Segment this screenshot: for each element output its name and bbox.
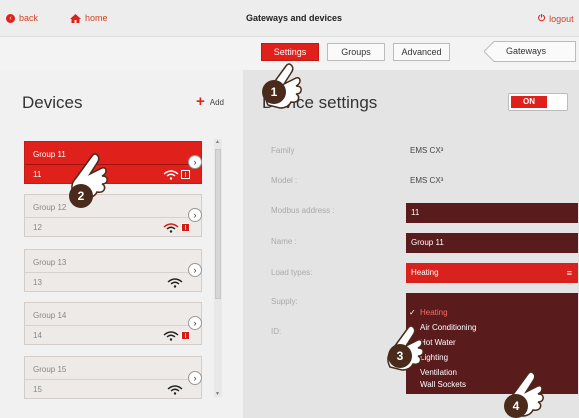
card-divider	[25, 379, 201, 380]
model-value: EMS CX³	[410, 176, 444, 185]
toggle-on-label: ON	[511, 96, 547, 108]
id-label: ID:	[271, 327, 282, 336]
page-title: Gateways and devices	[246, 13, 343, 23]
tab-gateways-label: Gateways	[506, 46, 547, 56]
annotation-badge-2: 2	[69, 184, 93, 208]
tab-settings-label: Settings	[273, 47, 307, 57]
group-id: 13	[33, 278, 42, 287]
chevron-right-icon[interactable]: ›	[188, 371, 202, 385]
card-divider	[25, 272, 201, 273]
group-name: Group 11	[33, 150, 66, 159]
back-arrow-icon: ‹	[6, 13, 15, 23]
power-toggle[interactable]: ON	[508, 93, 568, 111]
load-types-label: Load types:	[271, 268, 313, 277]
group-name: Group 15	[33, 365, 67, 374]
tab-settings[interactable]: Settings	[261, 43, 319, 61]
menu-lines-icon: ≡	[566, 268, 572, 278]
top-bar: ‹ back home Gateways and devices ⏻ logou…	[0, 0, 579, 37]
alert-badge: I	[181, 331, 190, 340]
alert-badge: I	[181, 170, 190, 179]
annotation-badge-4: 4	[504, 394, 528, 418]
modbus-address-label: Modbus address :	[271, 206, 335, 215]
annotation-badge-1: 1	[262, 80, 286, 104]
family-value: EMS CX³	[410, 146, 444, 155]
tab-groups[interactable]: Groups	[327, 43, 385, 61]
group-name: Group 13	[33, 258, 67, 267]
add-button[interactable]: + Add	[196, 93, 224, 110]
load-types-value: Heating	[411, 268, 439, 277]
devices-scrollbar[interactable]: ▲ ▼	[214, 139, 222, 397]
wifi-icon	[163, 223, 179, 233]
group-id: 14	[33, 331, 42, 340]
group-card-14[interactable]: Group 14 14 I	[24, 302, 202, 345]
chevron-right-icon[interactable]: ›	[188, 155, 202, 169]
chevron-right-icon[interactable]: ›	[188, 208, 202, 222]
scroll-up-icon[interactable]: ▲	[215, 139, 220, 145]
wifi-icon	[167, 278, 183, 288]
load-types-select[interactable]: Heating ≡	[406, 263, 578, 283]
home-icon	[70, 13, 81, 23]
card-divider	[25, 325, 201, 326]
logout-link[interactable]: ⏻ logout	[538, 13, 574, 24]
scrollbar-thumb[interactable]	[215, 149, 221, 299]
load-types-dropdown: ✓ Heating Air Conditioning Hot Water Lig…	[406, 293, 578, 394]
name-field[interactable]: Group 11	[406, 233, 578, 253]
group-name: Group 12	[33, 203, 67, 212]
family-label: Family	[271, 146, 295, 155]
checkmark-icon: ✓	[409, 308, 416, 317]
chevron-right-icon[interactable]: ›	[188, 263, 202, 277]
power-icon: ⏻	[538, 13, 546, 23]
wifi-icon	[163, 331, 179, 341]
home-link[interactable]: home	[70, 13, 108, 23]
tab-advanced[interactable]: Advanced	[393, 43, 450, 61]
card-divider	[25, 217, 201, 218]
tab-groups-label: Groups	[341, 47, 371, 57]
logout-label: logout	[549, 13, 574, 24]
group-id: 11	[33, 170, 42, 179]
dropdown-option-wall-sockets[interactable]: Wall Sockets	[420, 380, 466, 389]
name-label: Name :	[271, 237, 297, 246]
back-link[interactable]: ‹ back	[6, 13, 38, 23]
group-id: 12	[33, 223, 42, 232]
supply-label: Supply:	[271, 297, 298, 306]
alert-badge: I	[181, 223, 190, 232]
wifi-icon	[163, 170, 179, 180]
back-label: back	[19, 13, 39, 23]
chevron-right-icon[interactable]: ›	[188, 316, 202, 330]
scroll-down-icon[interactable]: ▼	[215, 391, 220, 397]
wifi-icon	[167, 385, 183, 395]
add-label: Add	[209, 97, 224, 107]
tab-advanced-label: Advanced	[401, 47, 442, 57]
group-id: 15	[33, 385, 42, 394]
group-card-15[interactable]: Group 15 15	[24, 356, 202, 399]
group-card-12[interactable]: Group 12 12 I	[24, 194, 202, 237]
group-name: Group 14	[33, 311, 67, 320]
annotation-badge-3: 3	[388, 344, 412, 368]
group-card-13[interactable]: Group 13 13	[24, 249, 202, 292]
model-label: Model :	[271, 176, 298, 185]
plus-icon: +	[196, 93, 205, 110]
modbus-address-field[interactable]: 11	[406, 203, 578, 223]
home-label: home	[85, 13, 108, 23]
devices-heading: Devices	[22, 93, 83, 112]
dropdown-option-heating[interactable]: Heating	[420, 308, 448, 317]
tab-gateways[interactable]: Gateways	[484, 41, 576, 62]
